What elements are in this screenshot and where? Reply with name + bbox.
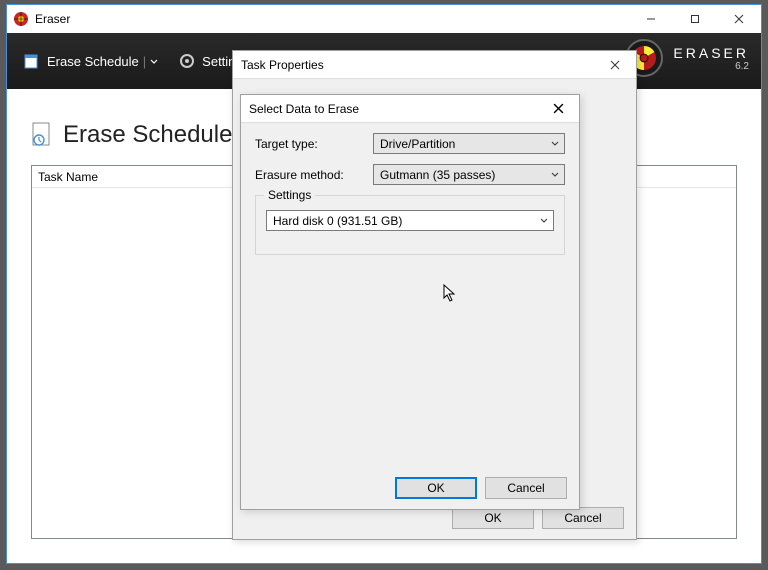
window-controls (629, 5, 761, 33)
chevron-down-icon[interactable] (150, 54, 158, 69)
close-button[interactable] (717, 5, 761, 33)
target-type-value: Drive/Partition (380, 137, 455, 151)
chevron-down-icon (539, 215, 549, 229)
data-dialog-titlebar: Select Data to Erase (241, 95, 579, 123)
erase-schedule-label: Erase Schedule (47, 54, 139, 69)
task-cancel-button[interactable]: Cancel (542, 507, 624, 529)
settings-fieldset: Settings Hard disk 0 (931.51 GB) (255, 195, 565, 255)
task-dialog-title: Task Properties (241, 58, 602, 72)
settings-legend: Settings (264, 188, 315, 202)
close-icon (553, 103, 564, 114)
task-dialog-close-button[interactable] (602, 55, 628, 75)
maximize-button[interactable] (673, 5, 717, 33)
data-dialog-title: Select Data to Erase (249, 102, 545, 116)
chevron-down-icon (550, 169, 560, 183)
column-task-name[interactable]: Task Name (38, 170, 98, 184)
task-ok-button[interactable]: OK (452, 507, 534, 529)
titlebar: Eraser (7, 5, 761, 33)
window-title: Eraser (35, 12, 629, 26)
data-dialog-buttons: OK Cancel (395, 477, 567, 499)
chevron-down-icon (550, 138, 560, 152)
separator-icon: | (143, 54, 146, 69)
data-dialog-close-button[interactable] (545, 99, 571, 119)
erasure-method-value: Gutmann (35 passes) (380, 168, 495, 182)
erasure-method-label: Erasure method: (255, 168, 373, 182)
drive-select[interactable]: Hard disk 0 (931.51 GB) (266, 210, 554, 231)
brand-name: ERASER (673, 45, 749, 61)
target-type-label: Target type: (255, 137, 373, 151)
target-type-row: Target type: Drive/Partition (255, 133, 565, 154)
erasure-method-row: Erasure method: Gutmann (35 passes) (255, 164, 565, 185)
app-icon (13, 11, 29, 27)
gear-icon (178, 52, 196, 70)
minimize-button[interactable] (629, 5, 673, 33)
erasure-method-select[interactable]: Gutmann (35 passes) (373, 164, 565, 185)
brand-logo: ERASER 6.2 (623, 37, 749, 79)
task-dialog-titlebar: Task Properties (233, 51, 636, 79)
schedule-icon (23, 52, 41, 70)
page-title-text: Erase Schedule (63, 121, 232, 149)
data-ok-button[interactable]: OK (395, 477, 477, 499)
select-data-dialog: Select Data to Erase Target type: Drive/… (240, 94, 580, 510)
drive-value: Hard disk 0 (931.51 GB) (273, 214, 402, 228)
erase-schedule-menu[interactable]: Erase Schedule | (17, 48, 164, 74)
target-type-select[interactable]: Drive/Partition (373, 133, 565, 154)
data-dialog-body: Target type: Drive/Partition Erasure met… (241, 123, 579, 265)
page-icon (31, 122, 53, 148)
data-cancel-button[interactable]: Cancel (485, 477, 567, 499)
close-icon (610, 60, 620, 70)
brand-version: 6.2 (673, 61, 749, 72)
task-dialog-buttons: OK Cancel (452, 507, 624, 529)
